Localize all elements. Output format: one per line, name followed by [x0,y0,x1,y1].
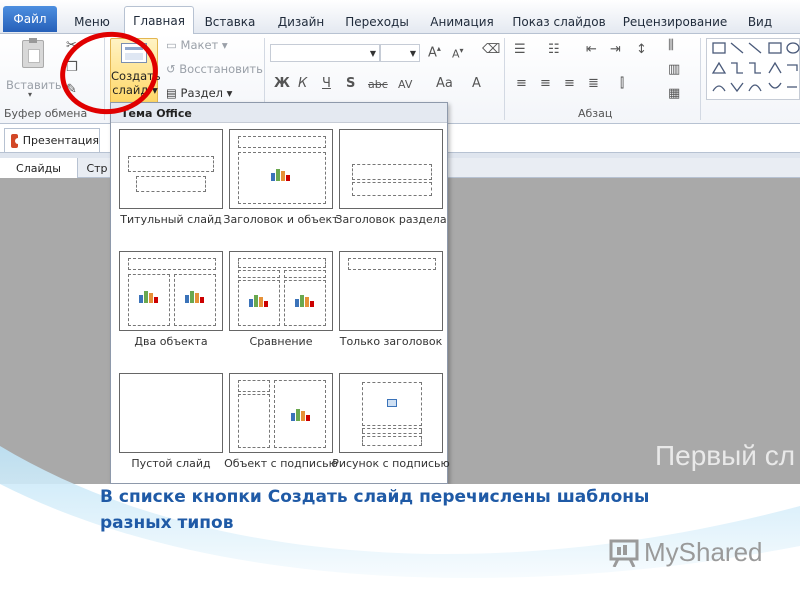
gallery-header: Тема Office [111,103,447,123]
layout-thumbnail [339,129,443,209]
content-placeholder-icon [185,289,207,303]
clear-format-icon[interactable]: ⌫ [482,42,500,57]
separator [700,38,701,120]
bullets-icon[interactable]: ☰ [514,42,526,57]
decrease-indent-icon[interactable]: ⇤ [586,42,597,57]
ribbon-tab-bar: Файл Меню Главная Вставка Дизайн Переход… [0,0,800,35]
justify-icon[interactable]: ≣ [588,76,599,91]
layout-thumbnail [229,373,333,453]
content-placeholder-icon [271,167,293,181]
increase-indent-icon[interactable]: ⇥ [610,42,621,57]
tab-file[interactable]: Файл [3,6,57,32]
text-direction-icon[interactable]: ⫼ [668,38,674,53]
layout-caption: Два объекта [134,335,208,348]
document-tab[interactable]: Презентация [4,128,100,152]
clipboard-group-label: Буфер обмена [4,107,88,120]
underline-button[interactable]: Ч [322,76,331,91]
separator [504,38,505,120]
reset-button[interactable]: ↺ Восстановить [166,62,263,76]
layout-thumbnail [339,373,443,453]
content-placeholder-icon [295,293,317,307]
picture-placeholder-icon [387,399,397,407]
tab-design[interactable]: Дизайн [268,8,334,35]
shapes-icon [711,42,800,93]
layout-caption: Сравнение [249,335,313,348]
slide-caption: В списке кнопки Создать слайд перечислен… [100,487,650,533]
align-left-icon[interactable]: ≡ [516,76,527,91]
layout-thumbnail [119,251,223,331]
tab-outline-pane[interactable]: Стр [80,158,114,178]
presentation-board-icon [608,539,640,568]
tab-review[interactable]: Рецензирование [614,8,736,35]
char-spacing-button[interactable]: AV [398,78,412,91]
strikethrough-button[interactable]: abc [368,78,388,91]
tab-transitions[interactable]: Переходы [338,8,416,35]
paragraph-group-label: Абзац [578,107,613,120]
layout-thumbnail [119,373,223,453]
layout-caption: Титульный слайд [120,213,222,226]
layout-button[interactable]: ▭ Макет ▾ [166,38,228,52]
paste-button[interactable]: Вставить ▾ [6,38,62,102]
align-right-icon[interactable]: ≡ [564,76,575,91]
shapes-gallery[interactable] [706,38,800,100]
chevron-down-icon: ▾ [28,90,33,99]
columns-icon[interactable]: ⫿ [620,76,624,91]
font-name-combo[interactable]: ▼ [270,44,380,62]
tab-home[interactable]: Главная [124,6,194,35]
line-spacing-icon[interactable]: ↕ [636,42,647,57]
tab-insert[interactable]: Вставка [198,8,262,35]
align-center-icon[interactable]: ≡ [540,76,551,91]
font-size-combo[interactable]: ▼ [380,44,420,62]
clipboard-icon [22,38,44,68]
tab-slides-pane[interactable]: Слайды [0,158,78,178]
layout-caption: Заголовок и объект [223,213,339,226]
section-button[interactable]: ▤ Раздел ▾ [166,86,232,100]
content-placeholder-icon [249,293,271,307]
change-case-button[interactable]: Aa [436,76,453,91]
numbering-icon[interactable]: ☷ [548,42,560,57]
watermark-text: MyShared [644,537,763,567]
font-color-button[interactable]: A [472,76,481,91]
shadow-button[interactable]: S [346,76,355,91]
layout-thumbnail [119,129,223,209]
layout-thumbnail [229,251,333,331]
tab-view[interactable]: Вид [740,8,780,35]
layout-gallery: Тема Office Титульный слайд Заголовок и … [110,102,450,484]
tab-animation[interactable]: Анимация [420,8,504,35]
document-tab-label: Презентация [22,134,99,147]
shrink-font-icon[interactable]: A▾ [452,46,464,61]
italic-button[interactable]: К [298,76,307,91]
content-placeholder-icon [291,407,313,421]
watermark: MyShared [608,537,763,568]
layout-caption: Заголовок раздела [335,213,447,226]
align-text-icon[interactable]: ▥ [668,62,680,77]
content-placeholder-icon [139,289,161,303]
smartart-icon[interactable]: ▦ [668,86,680,101]
powerpoint-icon [11,133,21,148]
layout-thumbnail [229,129,333,209]
bold-button[interactable]: Ж [274,76,290,91]
tab-slideshow[interactable]: Показ слайдов [508,8,610,35]
layout-caption: Только заголовок [339,335,443,348]
layout-thumbnail [339,251,443,331]
paste-label: Вставить [6,78,62,92]
grow-font-icon[interactable]: A▴ [428,44,441,60]
